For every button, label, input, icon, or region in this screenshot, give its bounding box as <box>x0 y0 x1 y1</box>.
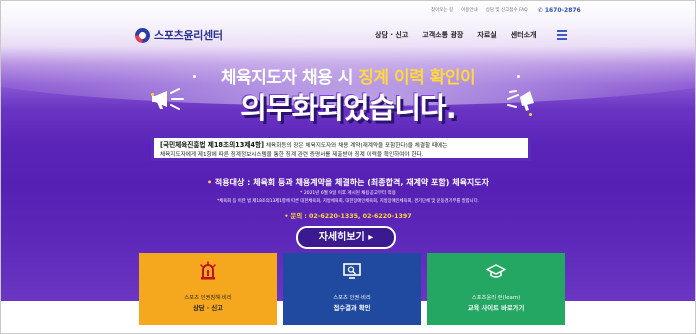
law-notice-box: [국민체육진흥법 제18조의13제4항] 체육회등의 장은 체육지도자와 채용 … <box>151 135 531 161</box>
card-result-check[interactable]: 스포츠 인권·비리 접수결과 확인 <box>283 253 421 325</box>
utility-links: 찾아오는 길 이용안내 상담 및 신고접수 FAQ ✆ 1670-2876 <box>431 7 581 14</box>
definition-note: *체육회 등 이란 법 제18조의13제1항에 따른 대한체육회, 지방체육회,… <box>217 199 479 204</box>
card-report[interactable]: 스포츠 인권침해·비리 상담 · 신고 <box>139 253 277 325</box>
notice-line-2: 체육지도자에게 제1항에 따른 징계정보시스템을 통한 징계 관련 증명서를 제… <box>160 152 424 158</box>
util-link-directions[interactable]: 찾아오는 길 <box>431 7 453 14</box>
card-report-caption: 스포츠 인권침해·비리 <box>184 295 232 301</box>
nav-item-report[interactable]: 상담 · 신고 <box>375 30 408 40</box>
effective-date-note: * 2021년 6월 9일 이후 게시된 채용공고부터 적용 <box>300 191 396 196</box>
hamburger-menu-icon[interactable] <box>557 30 567 42</box>
phone-text: 1670-2876 <box>544 7 581 14</box>
card-result-title: 접수결과 확인 <box>333 305 371 312</box>
nav-item-community[interactable]: 고객소통 광장 <box>422 30 463 40</box>
card-education-caption: 스포츠윤리 런(learn) <box>471 295 521 301</box>
util-link-guide[interactable]: 이용안내 <box>461 7 478 14</box>
nav-item-resources[interactable]: 자료실 <box>477 30 496 40</box>
contact-info: • 문의 : 02-6220-1335, 02-6220-1397 <box>284 213 412 220</box>
logo-text: 스포츠윤리센터 <box>154 29 223 42</box>
megaphone-right-icon <box>507 90 534 111</box>
siren-icon <box>200 261 216 280</box>
monitor-search-icon <box>343 263 361 279</box>
logo-icon <box>135 27 150 43</box>
phone-icon: ✆ <box>537 7 543 14</box>
law-reference: [국민체육진흥법 제18조의13제4항] <box>160 141 265 149</box>
site-logo[interactable]: 스포츠윤리센터 <box>135 27 223 43</box>
util-link-faq[interactable]: 상담 및 신고접수 FAQ <box>486 7 528 14</box>
card-report-title: 상담 · 신고 <box>193 305 223 312</box>
notice-line-1: 체육회등의 장은 체육지도자와 채용 계약(재계약을 포함한다)을 체결할 때에… <box>264 143 448 149</box>
nav-item-about[interactable]: 센터소개 <box>511 30 537 40</box>
card-result-caption: 스포츠 인권·비리 <box>333 295 371 301</box>
card-education-title: 교육 사이트 바로가기 <box>467 305 525 312</box>
hero-big-title: 의무화되었습니다. <box>240 91 456 125</box>
view-details-button[interactable]: 자세히보기 ▸ <box>296 226 396 249</box>
graduation-cap-icon <box>486 264 506 278</box>
phone-number: ✆ 1670-2876 <box>538 7 581 14</box>
main-nav: 상담 · 신고 고객소통 광장 자료실 센터소개 <box>375 30 536 40</box>
target-text: 적용대상 : 체육회 등과 채용계약을 체결하는 (최종합격, 재계약 포함) … <box>212 178 490 187</box>
card-education[interactable]: 스포츠윤리 런(learn) 교육 사이트 바로가기 <box>427 253 565 325</box>
page-frame: 스포츠윤리센터 찾아오는 길 이용안내 상담 및 신고접수 FAQ ✆ 1670… <box>0 0 696 334</box>
target-statement: • 적용대상 : 체육회 등과 채용계약을 체결하는 (최종합격, 재계약 포함… <box>1 177 695 188</box>
